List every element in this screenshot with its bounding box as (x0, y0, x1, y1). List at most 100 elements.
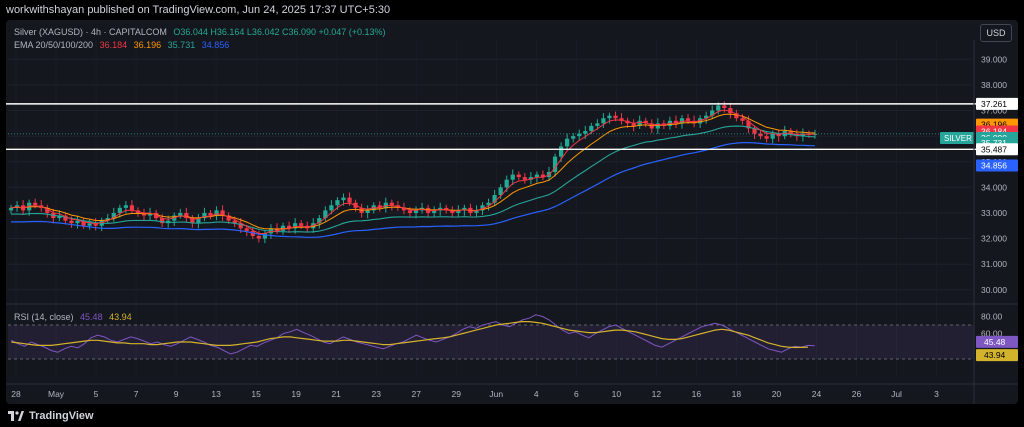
candle (365, 205, 370, 219)
candle (432, 206, 437, 218)
time-tick-label[interactable]: 28 (11, 389, 21, 399)
time-tick-label[interactable]: 5 (94, 389, 99, 399)
time-tick-label[interactable]: 24 (812, 389, 822, 399)
rsi-axis-badge-label: 43.94 (984, 350, 1006, 360)
candle-body (589, 125, 594, 132)
candle (782, 125, 787, 140)
candle (359, 203, 364, 218)
candle (45, 204, 50, 218)
candle (516, 171, 521, 181)
candle-body (123, 205, 128, 208)
tradingview-logo[interactable]: TradingView (8, 405, 94, 427)
price-tick-label: 39.000 (981, 54, 1007, 64)
candle-body (685, 118, 691, 121)
currency-button[interactable]: USD (980, 24, 1012, 42)
time-tick-label[interactable]: Jun (489, 389, 503, 399)
tradingview-icon (8, 411, 24, 421)
candle-body (583, 131, 588, 134)
candle (649, 119, 654, 134)
time-tick-label[interactable]: 20 (772, 389, 782, 399)
candle (99, 217, 104, 232)
time-tick-label[interactable]: 18 (732, 389, 742, 399)
candle-body (365, 210, 370, 213)
candle-body (716, 105, 721, 111)
time-tick-label[interactable]: 29 (452, 389, 462, 399)
candle (63, 212, 68, 225)
candle-body (299, 223, 304, 226)
ohlc-values: O36.044 H36.164 L36.042 C36.090 +0.047 (… (173, 27, 386, 37)
candle (619, 113, 624, 125)
candle (87, 219, 92, 230)
time-tick-label[interactable]: 23 (371, 389, 381, 399)
candle (220, 205, 225, 221)
time-tick-label[interactable]: 15 (251, 389, 261, 399)
candle-body (244, 228, 249, 231)
ema-label[interactable]: EMA 20/50/100/200 (14, 40, 93, 50)
candle (456, 205, 461, 218)
candle (141, 208, 147, 221)
time-tick-label[interactable]: 6 (574, 389, 579, 399)
price-axis-badge-label: 34.856 (981, 160, 1007, 170)
time-tick-label[interactable]: 19 (291, 389, 301, 399)
symbol-title[interactable]: Silver (XAGUSD) · 4h · CAPITALCOM (14, 27, 167, 37)
price-chart[interactable]: 39.00038.00037.00036.00035.00034.00033.0… (6, 20, 1018, 404)
candle (190, 215, 195, 228)
candle (383, 197, 388, 213)
candle (202, 207, 207, 222)
candle-body (764, 136, 769, 139)
rsi-tick-label: 80.00 (981, 312, 1003, 322)
time-tick-label[interactable]: 21 (331, 389, 341, 399)
candle-body (256, 236, 261, 239)
time-tick-label[interactable]: 13 (211, 389, 221, 399)
candle (710, 105, 715, 119)
ema100-value: 35.731 (167, 40, 196, 50)
candle (105, 213, 110, 224)
candle-body (504, 179, 509, 188)
candle (178, 208, 183, 219)
rsi-label[interactable]: RSI (14, close) (14, 312, 74, 322)
candle (129, 200, 135, 214)
time-tick-label[interactable]: 4 (534, 389, 539, 399)
candle-body (740, 118, 745, 121)
time-tick-label[interactable]: 3 (934, 389, 939, 399)
candle-body (178, 212, 183, 216)
chart-panel[interactable]: 39.00038.00037.00036.00035.00034.00033.0… (6, 20, 1018, 404)
time-tick-label[interactable]: 12 (652, 389, 662, 399)
time-tick-label[interactable]: 26 (852, 389, 862, 399)
rsi-value: 45.48 (80, 312, 103, 322)
time-tick-label[interactable]: 27 (411, 389, 421, 399)
candle-body (558, 146, 564, 157)
candle-body (534, 174, 540, 178)
candle-body (510, 174, 515, 180)
ema100-line (10, 125, 816, 233)
candle (571, 133, 576, 143)
time-tick-label[interactable]: 7 (134, 389, 139, 399)
ema200-value: 34.856 (201, 40, 230, 50)
candle (262, 230, 268, 244)
candle (184, 207, 189, 222)
candle-body (389, 202, 394, 206)
ema-row: EMA 20/50/100/200 36.184 36.196 35.731 3… (14, 39, 386, 52)
time-tick-label[interactable]: 9 (174, 389, 179, 399)
candle-body (347, 197, 352, 203)
candle (377, 201, 382, 212)
candle (540, 170, 546, 181)
time-tick-label[interactable]: 16 (692, 389, 702, 399)
time-tick-label[interactable]: 10 (612, 389, 622, 399)
candle-body (69, 220, 74, 224)
footer-bar: TradingView (0, 405, 1024, 427)
time-tick-label[interactable]: Jul (891, 389, 902, 399)
candle (800, 128, 806, 142)
rsi-ma-value: 43.94 (109, 312, 132, 322)
candle (51, 208, 56, 224)
price-tick-label: 32.000 (981, 234, 1007, 244)
candle (444, 204, 449, 214)
candle (522, 173, 527, 184)
time-tick-label[interactable]: May (48, 389, 65, 399)
symbol-row: Silver (XAGUSD) · 4h · CAPITALCOM O36.04… (14, 26, 386, 39)
price-tick-label: 34.000 (981, 182, 1007, 192)
candle-body (329, 205, 334, 211)
candle-body (8, 207, 14, 211)
candle-body (129, 205, 135, 211)
candle (631, 119, 636, 132)
